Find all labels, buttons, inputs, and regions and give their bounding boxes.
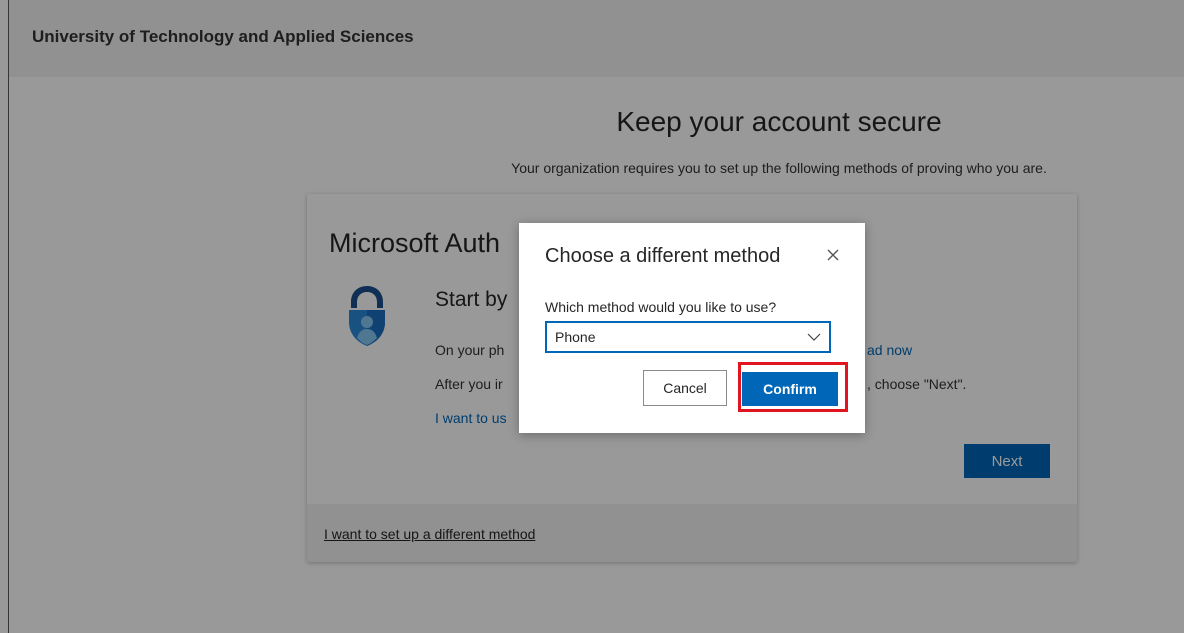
selected-method: Phone xyxy=(555,329,596,345)
chevron-down-icon xyxy=(807,333,821,341)
cancel-button[interactable]: Cancel xyxy=(643,370,727,406)
method-question: Which method would you like to use? xyxy=(545,299,777,315)
confirm-highlight-box xyxy=(738,362,848,412)
dialog-title: Choose a different method xyxy=(545,245,781,267)
close-icon[interactable] xyxy=(825,247,841,263)
method-select[interactable]: Phone xyxy=(545,321,831,353)
